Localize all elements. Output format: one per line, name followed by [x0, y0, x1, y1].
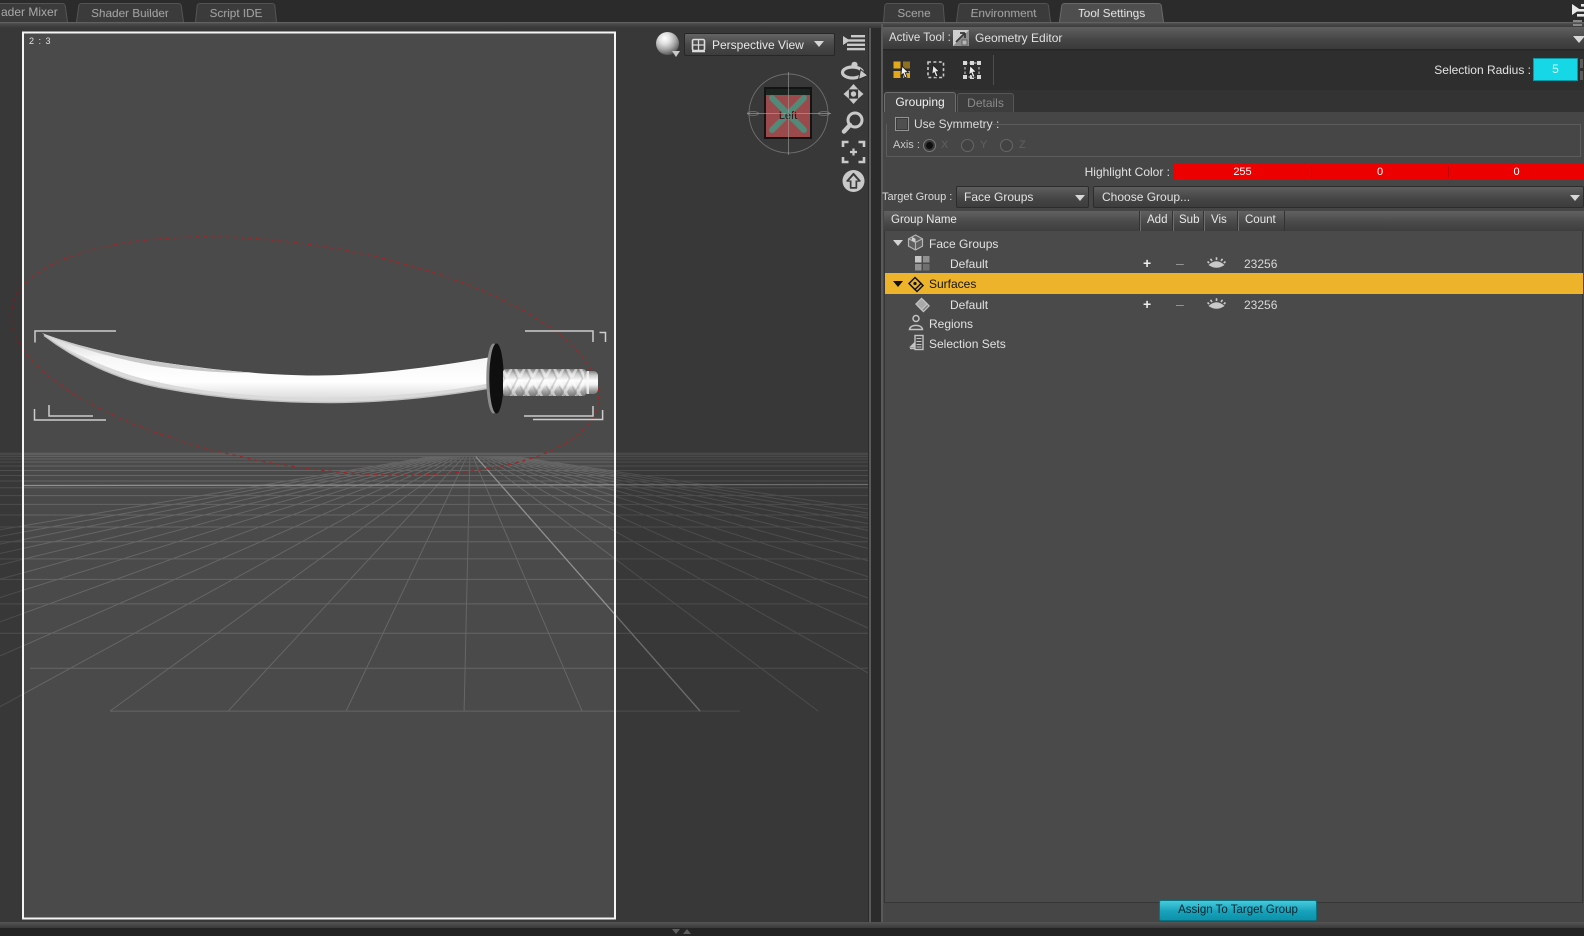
- svg-text:Left: Left: [779, 110, 797, 122]
